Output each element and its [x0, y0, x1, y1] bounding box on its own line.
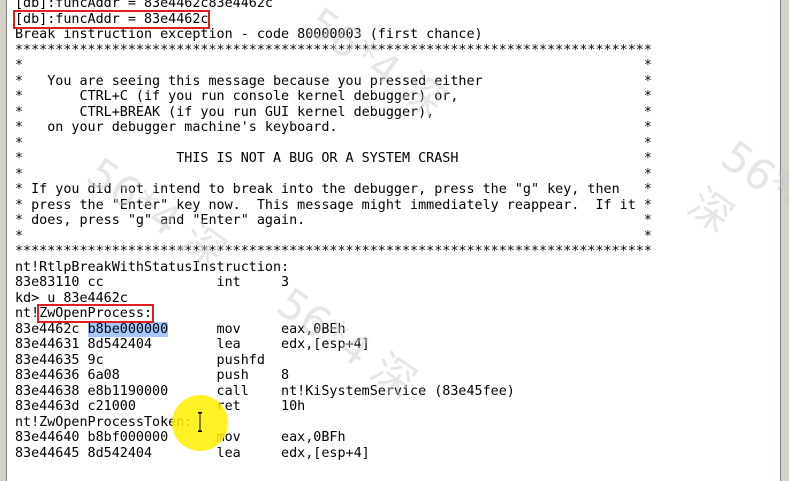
console-line: 83e44638 e8b1190000 call nt!KiSystemServ… — [15, 383, 515, 399]
console-line: * * — [15, 166, 652, 182]
console-line: 83e44636 6a08 push 8 — [15, 368, 290, 383]
console-line: 83e4463d c21000 ret 10h — [15, 399, 306, 414]
console-line: 83e83110 cc int 3 — [15, 275, 290, 290]
console-line: * does, press "g" and "Enter" again. * — [15, 213, 652, 228]
console-line: 83e4462c b8be000000 mov eax,0BEh — [15, 321, 346, 337]
console-line: Break instruction exception - code 80000… — [15, 27, 483, 42]
console-line: 83e44631 8d542404 lea edx,[esp+4] — [15, 337, 370, 352]
console-line: nt!RtlpBreakWithStatusInstruction: — [15, 259, 290, 275]
highlighted-function-label: ZwOpenProcess: — [37, 304, 155, 323]
console-line: * * — [15, 58, 652, 73]
console-line: * CTRL+C (if you run console kernel debu… — [15, 89, 652, 104]
window-frame-left — [0, 0, 7, 481]
console-line: * press the "Enter" key now. This messag… — [15, 197, 652, 213]
console-line: * * — [15, 228, 652, 244]
console-line: * THIS IS NOT A BUG OR A SYSTEM CRASH * — [15, 151, 652, 166]
console-line: nt!ZwOpenProcessToken: — [15, 414, 193, 430]
console-line: [db]:funcAddr = 83e4462c83e4462c — [15, 0, 273, 11]
selected-opcode-bytes[interactable]: b8be000000 — [87, 321, 169, 337]
console-line: * You are seeing this message because yo… — [15, 73, 652, 89]
console-line: ****************************************… — [15, 42, 652, 58]
highlighted-funcaddr: [db]:funcAddr = 83e4462c — [12, 9, 211, 29]
console-line: kd> u 83e4462c — [15, 290, 128, 306]
console-line: ****************************************… — [15, 244, 652, 259]
console-line: * * — [15, 135, 652, 151]
console-line: * CTRL+BREAK (if you run GUI kernel debu… — [15, 104, 652, 120]
console-line: 83e44635 9c pushfd — [15, 352, 265, 368]
console-line: 83e44640 b8bf000000 mov eax,0BFh — [15, 430, 346, 445]
console-line: [db]:funcAddr = 83e4462c — [12, 9, 781, 29]
console-line: * on your debugger machine's keyboard. * — [15, 120, 652, 135]
text-cursor-icon — [198, 412, 202, 432]
console-line: * If you did not intend to break into th… — [15, 182, 652, 197]
window-frame-right — [780, 0, 789, 481]
console-line: nt!ZwOpenProcess: — [15, 304, 155, 323]
console-line: 83e44645 8d542404 lea edx,[esp+4] — [15, 445, 370, 461]
debugger-console-output[interactable]: [db]:funcAddr = 83e4462c83e4462c [db]:fun… — [12, 0, 781, 461]
